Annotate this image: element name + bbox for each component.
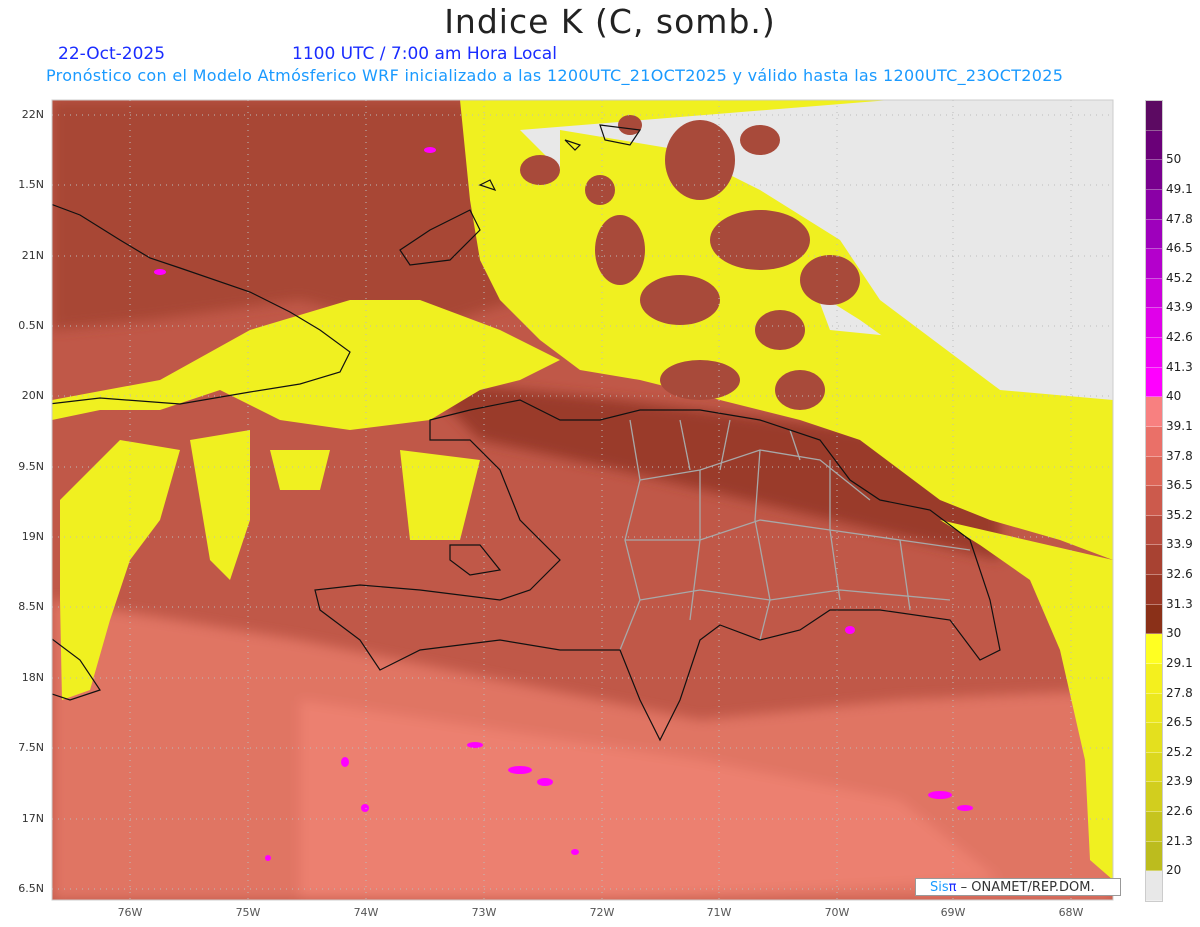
colorbar-segment bbox=[1146, 397, 1162, 427]
colorbar-segment bbox=[1146, 130, 1162, 161]
colorbar-segment bbox=[1146, 456, 1162, 487]
colorbar-segment bbox=[1146, 663, 1162, 694]
colorbar-segment bbox=[1146, 575, 1162, 605]
colorbar-label: 49.1 bbox=[1166, 181, 1193, 196]
colorbar-segment bbox=[1146, 249, 1162, 279]
colorbar-label: 25.2 bbox=[1166, 744, 1193, 759]
lon-label: 71W bbox=[706, 906, 732, 919]
colorbar-segment bbox=[1146, 723, 1162, 753]
colorbar-label: 22.6 bbox=[1166, 804, 1193, 819]
lat-label: 0.5N bbox=[18, 319, 44, 332]
colorbar-label: 35.2 bbox=[1166, 507, 1193, 522]
lat-label: 18N bbox=[21, 671, 44, 684]
lat-label: 19N bbox=[21, 530, 44, 543]
colorbar-label: 26.5 bbox=[1166, 715, 1193, 730]
lon-label: 68W bbox=[1058, 906, 1084, 919]
lat-label: 17N bbox=[21, 812, 44, 825]
credit-text: – ONAMET/REP.DOM. bbox=[956, 880, 1095, 895]
credit-box: Sisπ – ONAMET/REP.DOM. bbox=[915, 878, 1121, 896]
colorbar-segment bbox=[1146, 515, 1162, 546]
colorbar-label: 47.8 bbox=[1166, 211, 1193, 226]
colorbar-label: 20 bbox=[1166, 863, 1182, 878]
colorbar-segment bbox=[1146, 278, 1162, 309]
colorbar-segment bbox=[1146, 812, 1162, 842]
lat-label: 9.5N bbox=[18, 460, 44, 473]
colorbar-label: 33.9 bbox=[1166, 537, 1193, 552]
colorbar-label: 23.9 bbox=[1166, 774, 1193, 789]
lat-label: 7.5N bbox=[18, 741, 44, 754]
lon-label: 76W bbox=[117, 906, 143, 919]
colorbar-label: 45.2 bbox=[1166, 270, 1193, 285]
colorbar-label: 21.3 bbox=[1166, 833, 1193, 848]
lon-label: 75W bbox=[235, 906, 261, 919]
lon-label: 70W bbox=[824, 906, 850, 919]
lat-label: 20N bbox=[21, 389, 44, 402]
colorbar-segment bbox=[1146, 189, 1162, 220]
lat-label: 21N bbox=[21, 249, 44, 262]
credit-brand: Sis bbox=[930, 880, 949, 895]
colorbar-segment bbox=[1146, 160, 1162, 190]
colorbar-segment bbox=[1146, 752, 1162, 783]
lat-label: 1.5N bbox=[18, 178, 44, 191]
colorbar-label: 42.6 bbox=[1166, 330, 1193, 345]
colorbar-segment bbox=[1146, 871, 1162, 901]
k-index-map bbox=[51, 99, 1114, 901]
colorbar-segment bbox=[1146, 101, 1162, 131]
colorbar-label: 50 bbox=[1166, 152, 1182, 167]
lon-label: 74W bbox=[353, 906, 379, 919]
colorbar-segment bbox=[1146, 338, 1162, 368]
colorbar-segment bbox=[1146, 367, 1162, 398]
colorbar-segment bbox=[1146, 308, 1162, 338]
colorbar-label: 41.3 bbox=[1166, 359, 1193, 374]
lat-label: 22N bbox=[21, 108, 44, 121]
lat-label: 6.5N bbox=[18, 882, 44, 895]
colorbar-label: 32.6 bbox=[1166, 567, 1193, 582]
colorbar-label: 39.1 bbox=[1166, 418, 1193, 433]
colorbar-label: 37.8 bbox=[1166, 448, 1193, 463]
colorbar-segment bbox=[1146, 486, 1162, 516]
colorbar-label: 36.5 bbox=[1166, 478, 1193, 493]
colorbar-segment bbox=[1146, 841, 1162, 872]
colorbar-segment bbox=[1146, 219, 1162, 250]
lat-label: 8.5N bbox=[18, 600, 44, 613]
colorbar-segment bbox=[1146, 693, 1162, 724]
colorbar-label: 40 bbox=[1166, 389, 1182, 404]
colorbar-segment bbox=[1146, 426, 1162, 457]
colorbar-segment bbox=[1146, 634, 1162, 664]
colorbar-label: 29.1 bbox=[1166, 655, 1193, 670]
colorbar-segment bbox=[1146, 782, 1162, 812]
colorbar-label: 27.8 bbox=[1166, 685, 1193, 700]
colorbar bbox=[1145, 100, 1163, 902]
colorbar-label: 31.3 bbox=[1166, 596, 1193, 611]
colorbar-segment bbox=[1146, 604, 1162, 635]
lon-label: 73W bbox=[471, 906, 497, 919]
colorbar-label: 46.5 bbox=[1166, 241, 1193, 256]
colorbar-segment bbox=[1146, 545, 1162, 575]
colorbar-label: 30 bbox=[1166, 626, 1182, 641]
colorbar-label: 43.9 bbox=[1166, 300, 1193, 315]
lon-label: 69W bbox=[940, 906, 966, 919]
lon-label: 72W bbox=[589, 906, 615, 919]
